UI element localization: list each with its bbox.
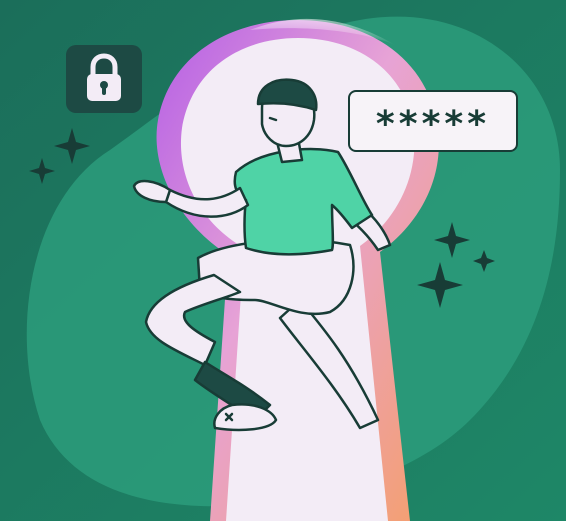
illustration-scene: ***** xyxy=(0,0,566,521)
lock-badge xyxy=(66,45,142,113)
password-field: ***** xyxy=(348,90,518,152)
masked-password: ***** xyxy=(375,103,491,145)
lock-icon xyxy=(87,53,121,101)
